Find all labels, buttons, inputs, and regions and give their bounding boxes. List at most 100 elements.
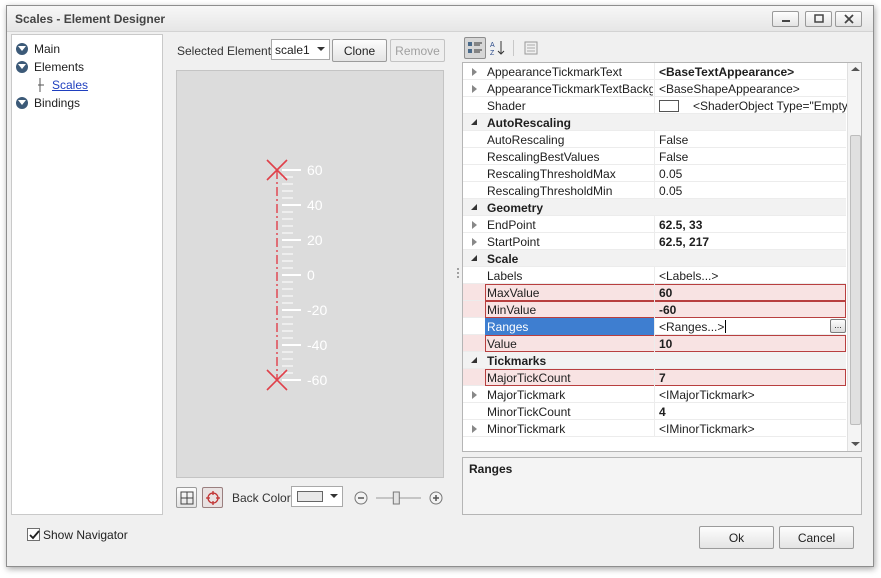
expand-arrow-icon[interactable] [472, 221, 477, 229]
tick-label: -60 [307, 372, 327, 388]
property-row[interactable]: Labels <Labels...> [463, 267, 846, 284]
layout-button[interactable] [176, 487, 197, 508]
scroll-down-icon[interactable] [851, 441, 860, 447]
shader-swatch[interactable] [659, 100, 679, 112]
back-color-label: Back Color: [232, 491, 295, 505]
alphabetical-button[interactable]: AZ [487, 37, 509, 59]
description-title: Ranges [469, 462, 513, 476]
property-value[interactable]: 62.5, 33 [659, 218, 702, 232]
collapse-arrow-icon[interactable] [471, 119, 477, 125]
nav-item-scales[interactable]: Scales [36, 77, 88, 93]
close-button[interactable] [835, 11, 862, 27]
property-value[interactable]: 0.05 [659, 184, 682, 198]
property-value[interactable]: <Ranges...> [659, 320, 724, 334]
expand-arrow-icon[interactable] [472, 85, 477, 93]
expand-arrow-icon[interactable] [472, 68, 477, 76]
column-separator [654, 267, 655, 284]
clone-button[interactable]: Clone [332, 39, 387, 62]
column-separator [654, 131, 655, 148]
svg-text:Z: Z [490, 50, 495, 56]
property-row[interactable]: RescalingThresholdMax 0.05 [463, 165, 846, 182]
column-separator [654, 182, 655, 199]
collapse-arrow-icon[interactable] [471, 204, 477, 210]
splitter-grip-icon[interactable] [455, 266, 461, 282]
tick-label: 40 [307, 197, 323, 213]
property-value[interactable]: <BaseTextAppearance> [659, 65, 794, 79]
column-separator [654, 301, 655, 318]
property-row[interactable]: MajorTickCount 7 [463, 369, 846, 386]
property-row[interactable]: Value 10 [463, 335, 846, 352]
property-grid-panel: AZ AppearanceTickmarkText <BaseTextAppear… [462, 34, 862, 515]
cancel-button[interactable]: Cancel [779, 526, 854, 549]
property-name: MaxValue [487, 286, 540, 300]
window-title: Scales - Element Designer [15, 12, 166, 26]
property-row[interactable]: StartPoint 62.5, 217 [463, 233, 846, 250]
zoom-out-icon[interactable] [354, 491, 368, 505]
property-value[interactable]: 7 [659, 371, 666, 385]
expand-arrow-icon[interactable] [472, 238, 477, 246]
property-row[interactable]: AppearanceTickmarkTextBackgrou <BaseShape… [463, 80, 846, 97]
property-row[interactable]: Shader <ShaderObject Type="Empty"/> [463, 97, 861, 114]
property-value[interactable]: 60 [659, 286, 672, 300]
categorized-button[interactable] [464, 37, 486, 59]
property-row[interactable]: MinorTickCount 4 [463, 403, 846, 420]
nav-item-main[interactable]: Main [16, 41, 60, 57]
property-row[interactable]: RescalingThresholdMin 0.05 [463, 182, 846, 199]
vertical-scrollbar[interactable] [847, 63, 861, 451]
column-separator [654, 80, 655, 97]
property-value[interactable]: 4 [659, 405, 666, 419]
property-row[interactable]: RescalingBestValues False [463, 148, 846, 165]
remove-button[interactable]: Remove [390, 39, 445, 62]
nav-item-elements[interactable]: Elements [16, 59, 84, 75]
property-row[interactable]: MinValue -60 [463, 301, 846, 318]
property-value[interactable]: <BaseShapeAppearance> [659, 82, 800, 96]
property-value[interactable]: <Labels...> [659, 269, 718, 283]
zoom-in-icon[interactable] [429, 491, 443, 505]
selected-element-combo[interactable]: scale1 [271, 39, 330, 60]
collapse-arrow-icon[interactable] [471, 357, 477, 363]
ellipsis-button[interactable]: ... [830, 319, 846, 333]
category-row[interactable]: Geometry [463, 199, 846, 216]
collapse-icon [16, 61, 28, 73]
column-separator [654, 403, 655, 420]
collapse-arrow-icon[interactable] [471, 255, 477, 261]
target-button[interactable] [202, 487, 223, 508]
ok-button[interactable]: Ok [699, 526, 774, 549]
maximize-button[interactable] [805, 11, 832, 27]
property-row[interactable]: MinorTickmark <IMinorTickmark> [463, 420, 846, 437]
property-name: Labels [487, 269, 523, 283]
nav-item-bindings[interactable]: Bindings [16, 95, 80, 111]
property-row[interactable]: MaxValue 60 [463, 284, 846, 301]
back-color-combo[interactable] [291, 486, 343, 507]
property-row[interactable]: MajorTickmark <IMajorTickmark> [463, 386, 846, 403]
scroll-up-icon[interactable] [851, 66, 860, 72]
sort-alpha-icon: AZ [490, 41, 505, 56]
property-value[interactable]: <ShaderObject Type="Empty"/> [693, 99, 861, 113]
property-value[interactable]: 10 [659, 337, 672, 351]
minimize-button[interactable] [772, 11, 799, 27]
property-row[interactable]: AutoRescaling False [463, 131, 846, 148]
minimize-icon [781, 20, 790, 22]
zoom-slider-thumb[interactable] [392, 491, 400, 505]
category-row[interactable]: AutoRescaling [463, 114, 846, 131]
column-separator [654, 97, 655, 114]
property-pages-button[interactable] [520, 37, 542, 59]
property-value[interactable]: False [659, 133, 688, 147]
property-value[interactable]: False [659, 150, 688, 164]
text-cursor [725, 320, 726, 333]
property-row[interactable]: Ranges <Ranges...>... [463, 318, 846, 335]
property-name: EndPoint [487, 218, 536, 232]
property-value[interactable]: 0.05 [659, 167, 682, 181]
property-row[interactable]: AppearanceTickmarkText <BaseTextAppearanc… [463, 63, 846, 80]
property-value[interactable]: 62.5, 217 [659, 235, 709, 249]
expand-arrow-icon[interactable] [472, 425, 477, 433]
property-row[interactable]: EndPoint 62.5, 33 [463, 216, 846, 233]
property-value[interactable]: -60 [659, 303, 676, 317]
category-row[interactable]: Scale [463, 250, 846, 267]
expand-arrow-icon[interactable] [472, 391, 477, 399]
category-row[interactable]: Tickmarks [463, 352, 846, 369]
scrollbar-thumb[interactable] [850, 135, 861, 425]
property-value[interactable]: <IMajorTickmark> [659, 388, 755, 402]
show-navigator-checkbox[interactable] [27, 528, 40, 541]
property-value[interactable]: <IMinorTickmark> [659, 422, 755, 436]
